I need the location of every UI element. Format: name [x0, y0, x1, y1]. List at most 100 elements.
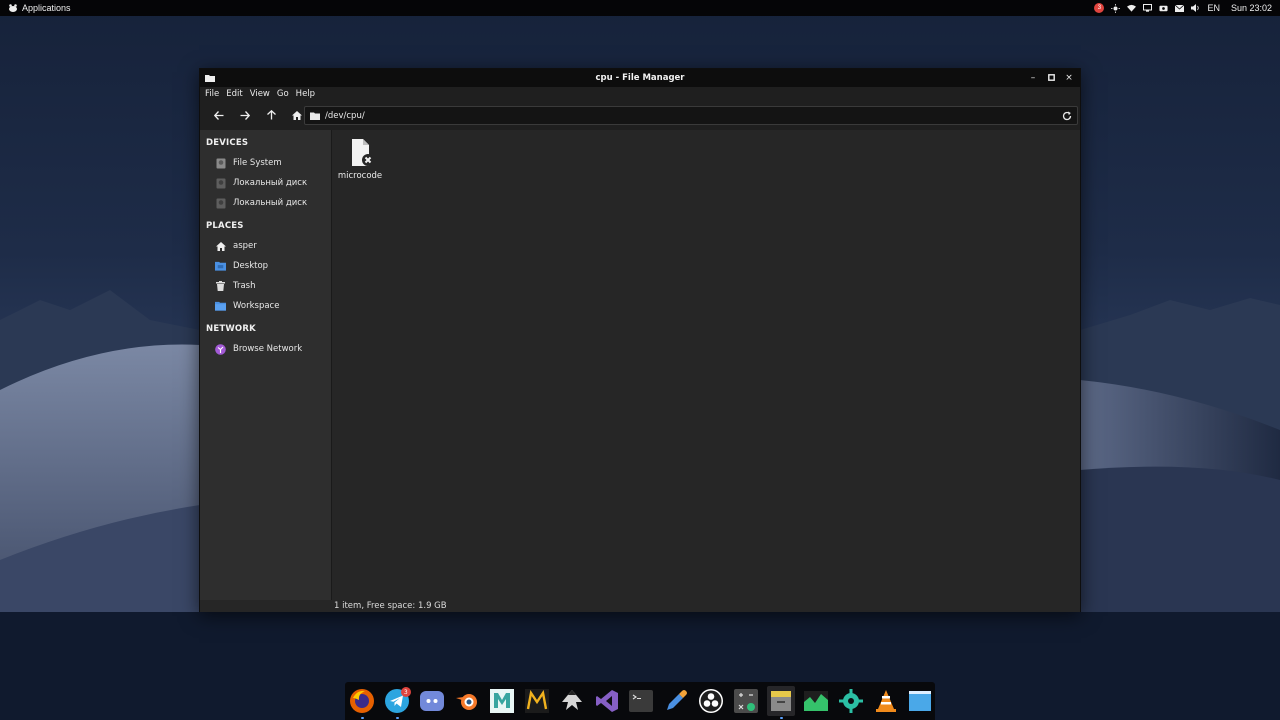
inkscape-icon [561, 690, 582, 710]
sidebar-item-label: Trash [233, 281, 256, 291]
blender-icon [456, 694, 478, 710]
up-button[interactable] [258, 104, 284, 126]
notification-badge[interactable]: 3 [1094, 3, 1105, 13]
sidebar-item-label: Desktop [233, 261, 269, 271]
file-view[interactable]: microcode [333, 130, 1080, 600]
menu-go[interactable]: Go [277, 89, 294, 99]
xfce-mouse-icon [9, 4, 17, 12]
dock-inkscape[interactable] [557, 686, 586, 716]
vpn-icon[interactable] [1159, 4, 1168, 13]
status-text: 1 item, Free space: 1.9 GB [334, 601, 447, 611]
mail-icon[interactable] [1175, 4, 1185, 13]
discord-icon [420, 691, 445, 711]
location-bar[interactable]: /dev/cpu/ [304, 106, 1078, 125]
menu-file[interactable]: File [205, 89, 224, 99]
menu-edit[interactable]: Edit [226, 89, 247, 99]
settings-icon [838, 689, 863, 713]
brightness-icon[interactable] [1111, 3, 1121, 13]
firefox-icon [350, 689, 375, 713]
sidebar-item-browse-network[interactable]: Browse Network [200, 340, 331, 358]
refresh-icon[interactable] [1061, 110, 1073, 122]
dock-mudbox[interactable] [522, 686, 551, 716]
dock-blender[interactable] [453, 686, 482, 716]
sidebar-item-label: Workspace [233, 301, 280, 311]
obs-icon [699, 689, 724, 713]
status-bar: 1 item, Free space: 1.9 GB [200, 600, 1080, 612]
close-button[interactable]: × [1064, 72, 1074, 83]
screen-icon[interactable] [1143, 4, 1153, 13]
terminal-icon [629, 690, 654, 712]
places-heading: PLACES [206, 221, 244, 231]
running-indicator [779, 717, 783, 719]
window-titlebar[interactable]: cpu - File Manager – × [200, 69, 1080, 87]
dock-terminal[interactable] [627, 686, 656, 716]
trash-icon [215, 281, 226, 292]
desktop-icon [909, 691, 932, 711]
system-monitor-icon [803, 691, 828, 711]
sidebar-item-workspace[interactable]: Workspace [200, 297, 331, 315]
location-path: /dev/cpu/ [325, 110, 365, 121]
dock-settings[interactable] [836, 686, 865, 716]
sidebar-item-home[interactable]: asper [200, 237, 331, 255]
clock[interactable]: Sun 23:02 [1231, 3, 1272, 13]
forward-button[interactable] [232, 104, 258, 126]
sidebar-item-trash[interactable]: Trash [200, 277, 331, 295]
drive-icon [215, 198, 226, 209]
maximize-button[interactable] [1046, 72, 1056, 83]
wifi-icon[interactable] [1127, 4, 1137, 13]
maya-icon [489, 689, 514, 713]
file-item[interactable]: microcode [335, 138, 385, 182]
back-button[interactable] [206, 104, 232, 126]
menu-bar: File Edit View Go Help [200, 87, 1080, 100]
toolbar: /dev/cpu/ [200, 100, 1080, 130]
dock-file-manager[interactable] [766, 686, 796, 719]
drive-icon [215, 158, 226, 169]
sidebar-item-desktop[interactable]: Desktop [200, 257, 331, 275]
mudbox-icon [524, 689, 549, 713]
up-icon [266, 110, 276, 120]
devices-heading: DEVICES [206, 138, 249, 148]
applications-menu[interactable]: Applications [0, 0, 71, 16]
system-tray: 3 EN Sun 23:02 [1094, 0, 1280, 16]
dock: 3 [345, 682, 935, 720]
keyboard-layout[interactable]: EN [1207, 3, 1220, 13]
sidebar: DEVICES File System Локальный диск Локал… [200, 130, 332, 600]
minimize-button[interactable]: – [1028, 72, 1038, 83]
sidebar-item-label: Локальный диск [233, 198, 308, 208]
broken-file-icon [352, 139, 374, 166]
applications-label: Applications [22, 3, 71, 13]
dock-discord[interactable] [418, 686, 447, 716]
network-icon [215, 343, 226, 355]
drive-icon [215, 178, 226, 189]
menu-help[interactable]: Help [296, 89, 320, 99]
menu-view[interactable]: View [250, 89, 275, 99]
sidebar-item-local-disk-1[interactable]: Локальный диск [200, 174, 331, 192]
dock-system-monitor[interactable] [801, 686, 830, 716]
dock-calculator[interactable] [732, 686, 761, 716]
file-name: microcode [337, 171, 383, 181]
dock-obs[interactable] [697, 686, 726, 716]
running-indicator [395, 717, 399, 719]
dock-color-picker[interactable] [662, 686, 691, 716]
home-icon [215, 241, 226, 252]
dock-telegram[interactable]: 3 [383, 686, 412, 719]
folder-icon [310, 112, 320, 120]
dock-maya[interactable] [488, 686, 517, 716]
dock-visual-studio[interactable] [592, 686, 621, 716]
notification-badge: 3 [400, 687, 411, 697]
visual-studio-icon [595, 690, 618, 712]
sidebar-item-label: Локальный диск [233, 178, 308, 188]
sidebar-item-file-system[interactable]: File System [200, 154, 331, 172]
dock-desktop[interactable] [906, 686, 935, 716]
file-manager-icon [770, 691, 791, 711]
volume-icon[interactable] [1191, 4, 1200, 13]
window-controls: – × [1028, 72, 1074, 83]
sidebar-item-local-disk-2[interactable]: Локальный диск [200, 194, 331, 212]
color-picker-icon [667, 690, 688, 710]
sidebar-item-label: asper [233, 241, 257, 251]
file-manager-window: cpu - File Manager – × File Edit View Go… [199, 68, 1081, 612]
sidebar-item-label: Browse Network [233, 344, 303, 354]
dock-firefox[interactable] [348, 686, 377, 719]
dock-vlc[interactable] [871, 686, 900, 716]
top-panel: Applications 3 EN Sun 23:02 [0, 0, 1280, 16]
